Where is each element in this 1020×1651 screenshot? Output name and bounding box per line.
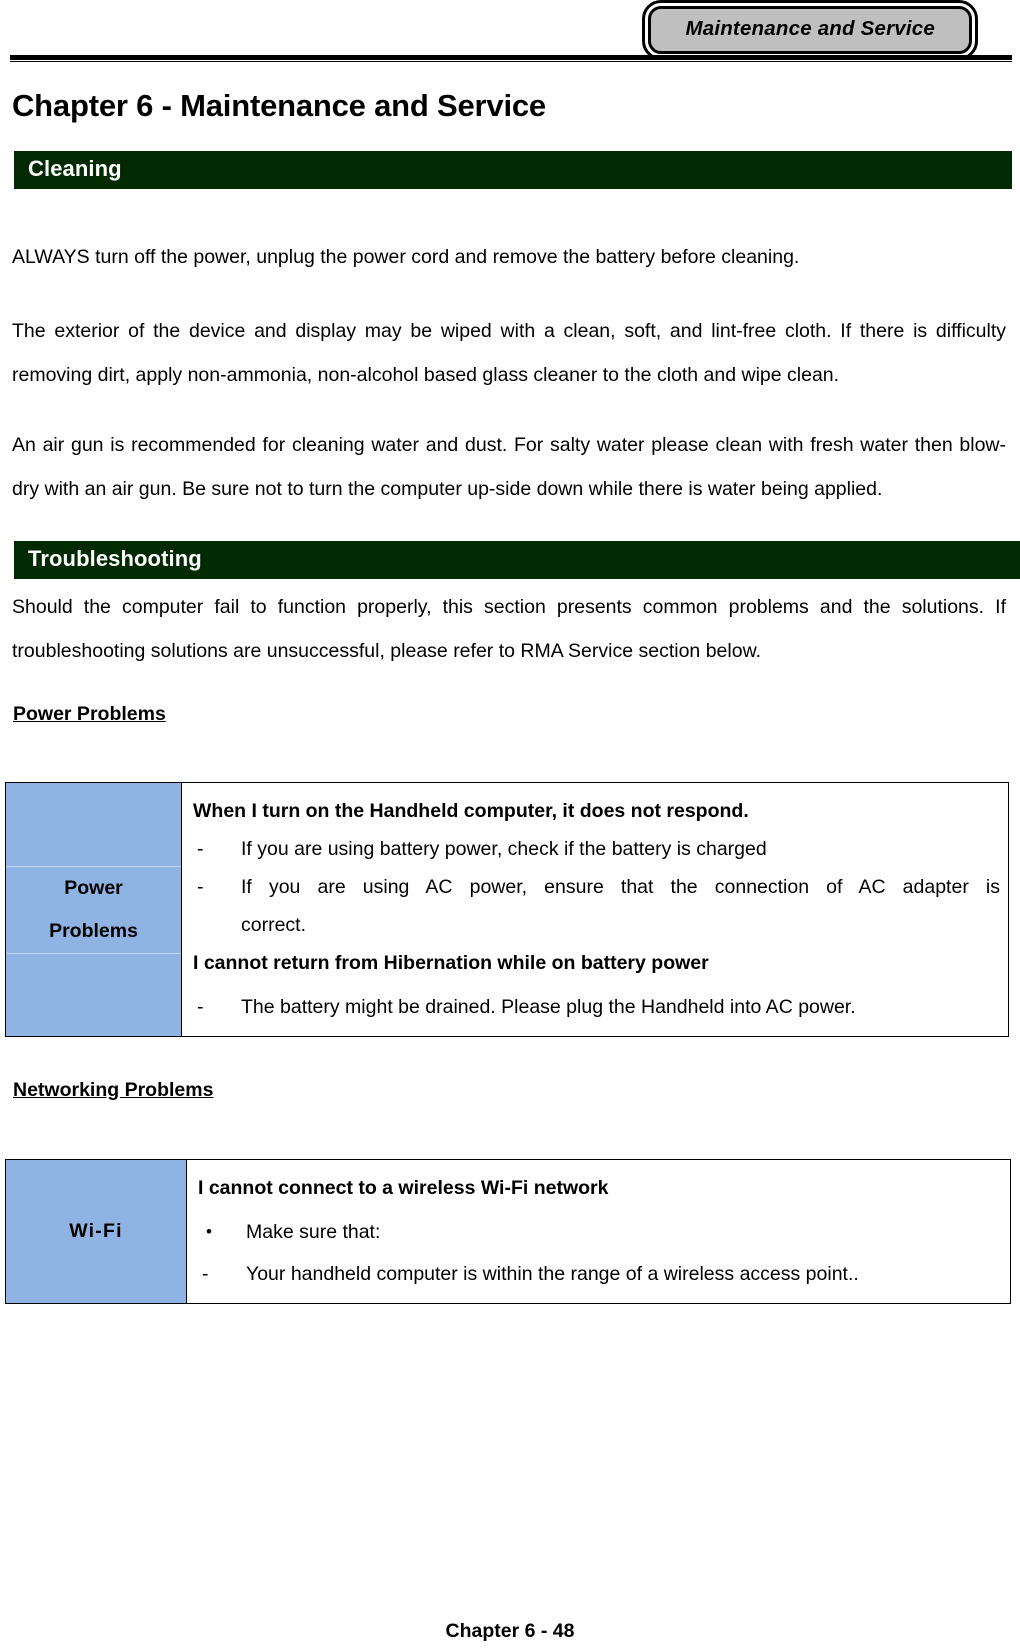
power-problems-label-line1: Power bbox=[6, 865, 181, 910]
troubleshooting-paragraph-1: Should the computer fail to function pro… bbox=[12, 596, 1006, 662]
page-footer: Chapter 6 - 48 bbox=[445, 1620, 575, 1642]
section-heading-cleaning: Cleaning bbox=[14, 151, 1012, 189]
wifi-item-1: Make sure that: bbox=[246, 1221, 381, 1243]
header-divider-rule bbox=[10, 55, 1012, 62]
label-pad-bottom bbox=[6, 952, 181, 997]
power-problems-item-1: If you are using battery power, check if… bbox=[241, 838, 767, 860]
power-problems-body-cell: When I turn on the Handheld computer, it… bbox=[181, 782, 1009, 1037]
wifi-body-cell: I cannot connect to a wireless Wi-Fi net… bbox=[186, 1159, 1011, 1304]
cleaning-paragraph-3: An air gun is recommended for cleaning w… bbox=[12, 434, 1006, 500]
wifi-label: Wi-Fi bbox=[69, 1220, 123, 1242]
page-title: Chapter 6 - Maintenance and Service bbox=[12, 88, 546, 123]
list-item-continuation: correct. bbox=[193, 906, 1000, 944]
wifi-title: I cannot connect to a wireless Wi-Fi net… bbox=[198, 1177, 609, 1199]
power-problems-table: Power Problems When I turn on the Handhe… bbox=[5, 782, 1009, 1037]
power-problems-subtitle: I cannot return from Hibernation while o… bbox=[193, 952, 709, 974]
section-heading-troubleshooting: Troubleshooting bbox=[14, 541, 1020, 579]
dash-bullet-icon: - bbox=[197, 876, 204, 898]
power-problems-label-cell: Power Problems bbox=[5, 782, 182, 1037]
power-problems-label-stack: Power Problems bbox=[6, 823, 181, 997]
list-item: • Make sure that: bbox=[198, 1213, 1002, 1251]
page-running-header: Maintenance and Service bbox=[0, 0, 1020, 66]
subheading-networking-problems: Networking Problems bbox=[13, 1079, 214, 1101]
subheading-power-problems: Power Problems bbox=[13, 703, 166, 725]
power-problems-item-2-continued: correct. bbox=[241, 914, 307, 936]
running-head-label: Maintenance and Service bbox=[642, 0, 978, 60]
power-problems-item-2: If you are using AC power, ensure that t… bbox=[241, 876, 1000, 898]
power-problems-item-3: The battery might be drained. Please plu… bbox=[241, 996, 856, 1018]
dash-bullet-icon: - bbox=[197, 838, 204, 860]
list-item: - The battery might be drained. Please p… bbox=[193, 988, 1000, 1026]
wifi-label-cell: Wi-Fi bbox=[5, 1159, 187, 1304]
cleaning-paragraph-2: The exterior of the device and display m… bbox=[12, 320, 1006, 386]
list-item: - If you are using battery power, check … bbox=[193, 830, 1000, 868]
document-page: Maintenance and Service Chapter 6 - Main… bbox=[0, 0, 1020, 1651]
list-item: - If you are using AC power, ensure that… bbox=[193, 868, 1000, 906]
label-pad-top bbox=[6, 823, 181, 866]
dash-bullet-icon: - bbox=[197, 996, 204, 1018]
subheading-networking-problems-wrap: Networking Problems bbox=[0, 1079, 1020, 1102]
power-problems-label-line2: Problems bbox=[49, 919, 138, 942]
subheading-power-problems-wrap: Power Problems bbox=[0, 703, 1020, 726]
wifi-problems-table: Wi-Fi I cannot connect to a wireless Wi-… bbox=[5, 1159, 1011, 1304]
cleaning-paragraph-1: ALWAYS turn off the power, unplug the po… bbox=[12, 246, 800, 268]
table-row: Wi-Fi I cannot connect to a wireless Wi-… bbox=[5, 1159, 1011, 1304]
wifi-item-2: Your handheld computer is within the ran… bbox=[246, 1263, 859, 1285]
list-item: - Your handheld computer is within the r… bbox=[198, 1255, 1002, 1293]
dash-bullet-icon: - bbox=[202, 1263, 209, 1285]
table-row: Power Problems When I turn on the Handhe… bbox=[5, 782, 1009, 1037]
round-bullet-icon: • bbox=[206, 1222, 212, 1241]
power-problems-title: When I turn on the Handheld computer, it… bbox=[193, 800, 749, 822]
